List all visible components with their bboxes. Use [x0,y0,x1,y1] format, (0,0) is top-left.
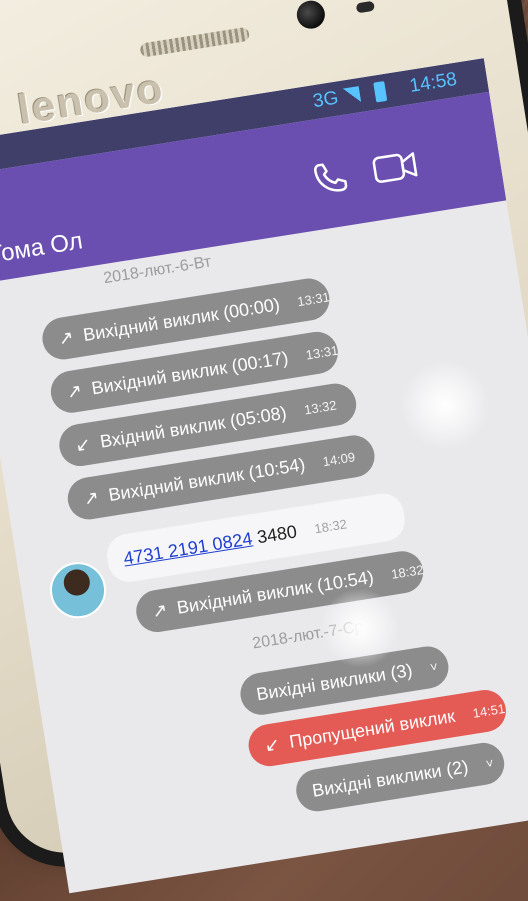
chevron-down-icon: ˅ [484,754,495,771]
chevron-down-icon: ˅ [428,658,439,675]
message-time: 13:31 [304,342,340,363]
light-glare [320,588,400,668]
phone-icon[interactable] [308,155,354,201]
signal-icon [342,86,362,105]
outgoing-arrow-icon: ↗ [150,599,169,622]
status-time: 14:58 [408,68,459,97]
call-group-label: Вихідні виклики (3) [254,659,414,704]
phone-screen: 3G 14:58 Тома Ол 2018-лют.-6-Вт ↗ Вихідн… [0,58,528,894]
incoming-arrow-icon: ↙ [263,733,282,756]
call-label: Вхідний виклик (05:08) [98,402,288,452]
outgoing-arrow-icon: ↗ [56,326,75,349]
message-time: 18:32 [390,561,425,582]
network-indicator: 3G [311,87,340,113]
contact-name[interactable]: Тома Ол [0,227,85,270]
message-time: 13:31 [296,288,331,309]
message-time: 18:32 [313,515,348,536]
incoming-arrow-icon: ↙ [73,433,92,456]
call-label: Вихідний виклик (10:54) [106,453,307,505]
call-label: Пропущений виклик [287,705,457,752]
message-time: 14:51 [471,700,507,721]
video-camera-icon[interactable] [369,146,420,189]
call-group-label: Вихідні виклики (2) [310,755,470,801]
message-time: 14:09 [321,448,357,469]
proximity-sensor [355,0,376,14]
linked-number[interactable]: 4731 2191 0824 [122,528,254,569]
outgoing-arrow-icon: ↗ [65,379,84,402]
message-text-rest: 3480 [255,520,299,547]
earpiece-speaker [139,26,251,58]
call-label: Вихідний виклик (00:17) [90,347,290,398]
battery-icon [373,81,388,103]
message-time: 13:32 [302,397,338,417]
chat-message-list[interactable]: 2018-лют.-6-Вт ↗ Вихідний виклик (00:00)… [0,200,528,893]
outgoing-arrow-icon: ↗ [82,486,101,509]
call-label: Вихідний виклик (00:00) [81,293,282,345]
contact-avatar[interactable] [45,558,111,623]
light-glare [400,360,490,450]
front-camera [294,0,327,31]
